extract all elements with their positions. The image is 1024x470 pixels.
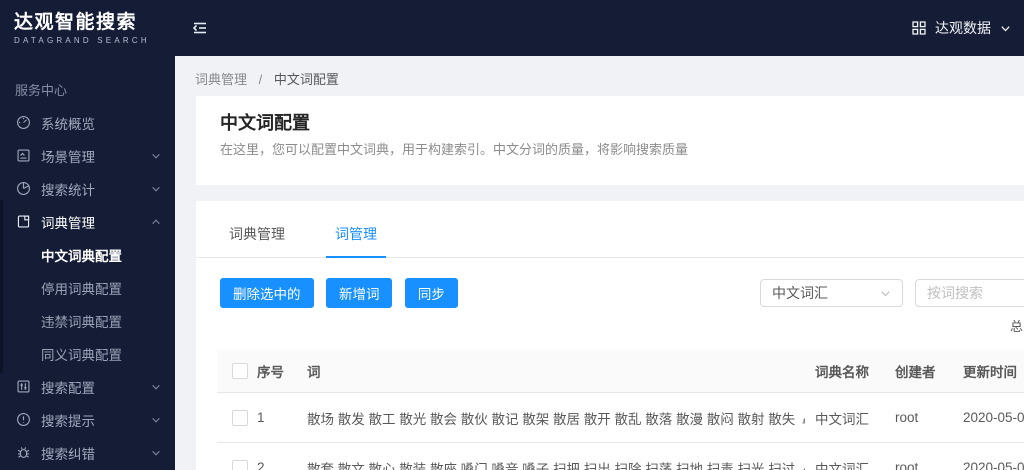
sidebar-item-label: 搜索提示: [41, 413, 95, 429]
sidebar-subitem-label: 违禁词典配置: [41, 314, 122, 330]
cell-words: 散套 散文 散心 散装 散座 嗓门 嗓音 嗓子 扫把 扫出 扫除 扫荡 扫地 扫…: [307, 461, 796, 470]
scene-icon: [15, 148, 31, 163]
cell-creator: root: [895, 460, 919, 470]
tab-dictionary-management[interactable]: 词典管理: [220, 201, 294, 257]
cell-updated: 2020-05-06: [963, 410, 1024, 425]
cell-dict-name: 中文词汇: [815, 411, 869, 427]
chevron-down-icon: [880, 288, 891, 299]
sidebar-subitem-label: 中文词典配置: [41, 248, 122, 264]
dictionary-icon: [15, 214, 31, 229]
sidebar-group-title: 服务中心: [15, 83, 68, 98]
sidebar-item-search-statistics[interactable]: 搜索统计: [0, 172, 175, 205]
breadcrumb-item-dictionary-management[interactable]: 词典管理: [195, 72, 247, 87]
workspace-name: 达观数据: [935, 20, 991, 36]
table-row: 2 散套 散文 散心 散装 散座 嗓门 嗓音 嗓子 扫把 扫出 扫除 扫荡 扫地…: [217, 443, 1024, 470]
table-header-row: 序号 词 词典名称 创建者 更新时间: [217, 350, 1024, 393]
sidebar-subitem-synonym-dict-config[interactable]: 同义词典配置: [0, 337, 175, 370]
dictionary-select[interactable]: 中文词汇: [760, 279, 903, 307]
column-header-dict-name: 词典名称: [815, 365, 869, 380]
sidebar-item-dictionary-management[interactable]: 词典管理: [0, 205, 175, 238]
row-checkbox[interactable]: [232, 409, 248, 426]
sidebar-item-scene-management[interactable]: 场景管理: [0, 139, 175, 172]
select-all-checkbox[interactable]: [232, 363, 248, 379]
sidebar-nav: 服务中心 系统概览 场景管理 搜索统计 词典管理 中文词典配置 停用词典配置 违…: [0, 56, 175, 470]
column-header-word: 词: [307, 365, 321, 380]
words-table: 序号 词 词典名称 创建者 更新时间 1 散场 散发 散工 散光 散会 散伙 散…: [217, 350, 1024, 470]
appstore-grid-icon: [912, 21, 926, 35]
chevron-down-icon: [151, 151, 161, 161]
cell-dict-name: 中文词汇: [815, 461, 869, 470]
brand-title: 达观智能搜索: [14, 11, 138, 33]
app-window: 达观智能搜索 DATAGRAND SEARCH 达观数据 服务中心 系统概览 场…: [0, 0, 1024, 470]
brand-subtitle: DATAGRAND SEARCH: [14, 35, 150, 45]
sidebar-item-search-suggest[interactable]: 搜索提示: [0, 403, 175, 436]
word-search-input[interactable]: [915, 279, 1024, 307]
dictionary-select-value: 中文词汇: [772, 285, 828, 301]
column-header-index: 序号: [257, 365, 284, 380]
sidebar-item-label: 搜索统计: [41, 182, 95, 198]
chevron-down-icon: [1000, 23, 1011, 34]
chevron-down-icon: [151, 415, 161, 425]
word-management-card: 词典管理 词管理 删除选中的 新增词 同步 中文词汇 总: [196, 201, 1024, 470]
cell-words: 散场 散发 散工 散光 散会 散伙 散记 散架 散居 散开 散乱 散落 散漫 散…: [307, 411, 796, 427]
chevron-down-icon: [151, 382, 161, 392]
sidebar-item-system-overview[interactable]: 系统概览: [0, 106, 175, 139]
sync-button[interactable]: 同步: [404, 278, 458, 308]
sidebar-subitem-label: 同义词典配置: [41, 347, 122, 363]
sidebar-subitem-stopword-dict-config[interactable]: 停用词典配置: [0, 271, 175, 304]
pie-chart-icon: [15, 181, 31, 196]
sidebar-item-label: 搜索配置: [41, 380, 95, 396]
column-header-creator: 创建者: [895, 365, 936, 380]
toolbar: 删除选中的 新增词 同步 中文词汇: [220, 278, 1024, 308]
chevron-up-icon: [151, 217, 161, 227]
tab-label: 词典管理: [229, 226, 285, 242]
sidebar-accent-strip: [0, 200, 3, 373]
cell-creator: root: [895, 410, 919, 425]
sliders-icon: [15, 379, 31, 394]
menu-fold-icon[interactable]: [191, 19, 209, 37]
cell-index: 1: [257, 410, 265, 425]
main-content: 词典管理 / 中文词配置 中文词配置 在这里，您可以配置中文词典，用于构建索引。…: [175, 56, 1024, 470]
total-count-text: 总: [1010, 319, 1024, 334]
row-checkbox[interactable]: [232, 459, 248, 470]
sidebar-item-label: 搜索纠错: [41, 446, 95, 462]
cell-updated: 2020-05-06: [963, 460, 1024, 470]
tab-bar: 词典管理 词管理: [196, 201, 1024, 258]
table-row: 1 散场 散发 散工 散光 散会 散伙 散记 散架 散居 散开 散乱 散落 散漫…: [217, 393, 1024, 443]
sidebar-item-label: 场景管理: [41, 149, 95, 165]
add-word-button[interactable]: 新增词: [325, 278, 393, 308]
total-row: 总: [220, 308, 1024, 334]
breadcrumb-separator: /: [258, 72, 263, 87]
tab-word-management[interactable]: 词管理: [326, 201, 386, 258]
sidebar-item-label: 词典管理: [41, 215, 95, 231]
sidebar-subitem-label: 停用词典配置: [41, 281, 122, 297]
tab-label: 词管理: [335, 226, 377, 242]
sidebar-item-label: 系统概览: [41, 116, 95, 132]
sidebar-item-search-config[interactable]: 搜索配置: [0, 370, 175, 403]
exclamation-circle-icon: [15, 412, 31, 427]
chevron-down-icon: [151, 184, 161, 194]
sidebar-subitem-chinese-dict-config[interactable]: 中文词典配置: [0, 238, 175, 271]
brand-logo: 达观智能搜索 DATAGRAND SEARCH: [0, 0, 175, 56]
workspace-switcher[interactable]: 达观数据: [912, 18, 1024, 38]
bug-icon: [15, 445, 31, 460]
page-title: 中文词配置: [220, 113, 310, 133]
page-description: 在这里，您可以配置中文词典，用于构建索引。中文分词的质量，将影响搜索质量: [220, 142, 689, 157]
top-header: 达观智能搜索 DATAGRAND SEARCH 达观数据: [0, 0, 1024, 56]
page-header-card: 中文词配置 在这里，您可以配置中文词典，用于构建索引。中文分词的质量，将影响搜索…: [196, 96, 1024, 185]
dashboard-icon: [15, 115, 31, 130]
column-header-updated: 更新时间: [963, 365, 1017, 380]
cell-index: 2: [257, 460, 265, 470]
breadcrumb: 词典管理 / 中文词配置: [175, 56, 1024, 96]
sidebar-subitem-banned-dict-config[interactable]: 违禁词典配置: [0, 304, 175, 337]
sidebar-item-search-correction[interactable]: 搜索纠错: [0, 436, 175, 469]
delete-selected-button[interactable]: 删除选中的: [220, 278, 314, 308]
chevron-down-icon: [151, 448, 161, 458]
breadcrumb-item-current: 中文词配置: [273, 72, 339, 87]
